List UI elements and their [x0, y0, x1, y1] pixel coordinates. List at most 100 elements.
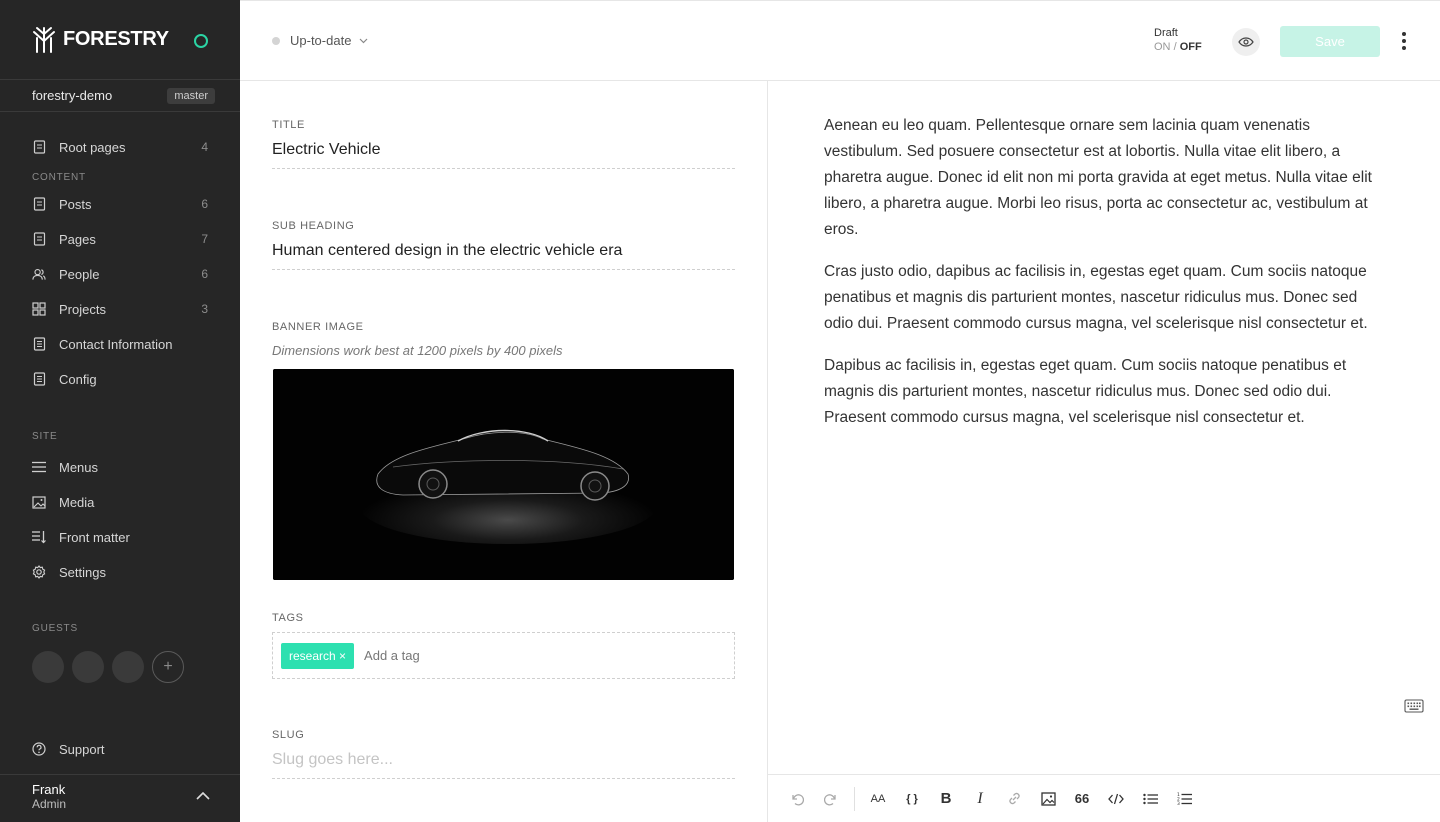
content-editor[interactable]: Aenean eu leo quam. Pellentesque ornare … — [768, 81, 1440, 774]
draft-separator: / — [1173, 41, 1177, 53]
status-dot-icon — [272, 36, 280, 45]
subheading-field[interactable]: Human centered design in the electric ve… — [272, 242, 735, 270]
guest-avatar[interactable] — [112, 651, 144, 683]
sidebar-item-contact-information[interactable]: Contact Information — [32, 334, 208, 354]
chevron-down-icon — [359, 38, 368, 43]
tag-input[interactable]: Add a tag — [364, 648, 420, 663]
keyboard-icon[interactable] — [1404, 699, 1424, 713]
code-button[interactable] — [1099, 782, 1133, 816]
editor-paragraph[interactable]: Dapibus ac facilisis in, egestas eget qu… — [824, 353, 1384, 431]
tags-label: TAGS — [272, 612, 304, 624]
site-switcher[interactable]: forestry-demo master — [0, 80, 240, 112]
guest-avatar[interactable] — [72, 651, 104, 683]
support-label: Support — [59, 741, 105, 757]
help-icon — [32, 742, 46, 756]
image-icon — [32, 495, 46, 509]
undo-icon — [792, 793, 804, 805]
file-icon — [32, 372, 46, 386]
site-name: forestry-demo — [32, 88, 113, 103]
more-options-icon[interactable] — [1400, 32, 1408, 50]
support-link[interactable]: Support — [32, 739, 208, 759]
eye-icon — [1238, 37, 1254, 47]
sidebar-item-label: Root pages — [59, 139, 126, 155]
sidebar-item-pages[interactable]: Pages 7 — [32, 229, 208, 249]
sidebar-item-projects[interactable]: Projects 3 — [32, 299, 208, 319]
sidebar-item-menus[interactable]: Menus — [32, 457, 208, 477]
item-count: 7 — [201, 232, 208, 246]
text-size-button[interactable]: AA — [861, 782, 895, 816]
bullet-list-button[interactable] — [1133, 782, 1167, 816]
sidebar-item-config[interactable]: Config — [32, 369, 208, 389]
sidebar-item-label: Contact Information — [59, 336, 173, 352]
section-label-site: SITE — [32, 431, 58, 442]
document-icon — [32, 197, 46, 211]
numbered-list-icon: 123 — [1177, 792, 1192, 806]
image-icon — [1040, 791, 1056, 806]
banner-image-label: BANNER IMAGE — [272, 321, 364, 333]
guest-avatar[interactable] — [32, 651, 64, 683]
item-count: 4 — [201, 140, 208, 154]
sidebar-item-label: Pages — [59, 231, 96, 247]
front-matter-code-button[interactable]: { } — [895, 782, 929, 816]
banner-image-hint: Dimensions work best at 1200 pixels by 4… — [272, 343, 563, 358]
preview-button[interactable] — [1232, 28, 1260, 56]
tag-label: research — [289, 648, 336, 663]
sync-status-label: Up-to-date — [290, 33, 352, 48]
user-role: Admin — [32, 797, 67, 811]
item-count: 3 — [201, 302, 208, 316]
tag-chip[interactable]: research × — [281, 642, 355, 669]
blockquote-button[interactable]: 66 — [1065, 782, 1099, 816]
front-matter-icon — [32, 530, 46, 544]
draft-off: OFF — [1179, 41, 1202, 53]
redo-button[interactable] — [814, 782, 848, 816]
user-menu[interactable]: Frank Admin — [0, 774, 240, 822]
item-count: 6 — [201, 197, 208, 211]
document-icon — [32, 140, 46, 154]
add-guest-button[interactable]: + — [152, 651, 184, 683]
sidebar-item-label: Menus — [59, 459, 99, 475]
tags-field[interactable]: research × Add a tag — [272, 632, 735, 679]
sidebar-item-label: Posts — [59, 196, 92, 212]
numbered-list-button[interactable]: 123 — [1167, 782, 1201, 816]
editor-paragraph[interactable]: Cras justo odio, dapibus ac facilisis in… — [824, 259, 1384, 337]
slug-label: SLUG — [272, 729, 305, 741]
document-icon — [32, 232, 46, 246]
tag-remove-icon[interactable]: × — [339, 649, 346, 663]
sidebar-item-label: Media — [59, 494, 95, 510]
bullet-list-icon — [1142, 793, 1158, 804]
brand-name: FORESTRY — [63, 28, 169, 50]
sidebar: FORESTRY forestry-demo master Root pages… — [0, 0, 240, 822]
sidebar-item-root-pages[interactable]: Root pages 4 — [32, 137, 208, 157]
slug-field[interactable]: Slug goes here... — [272, 751, 735, 779]
code-icon — [1108, 793, 1124, 804]
undo-button[interactable] — [780, 782, 814, 816]
banner-image[interactable] — [273, 369, 734, 580]
sidebar-item-front-matter[interactable]: Front matter — [32, 527, 208, 547]
subheading-label: SUB HEADING — [272, 220, 355, 232]
sidebar-item-posts[interactable]: Posts 6 — [32, 194, 208, 214]
bold-button[interactable]: B — [929, 782, 963, 816]
sync-status-dropdown[interactable]: Up-to-date — [272, 33, 368, 48]
quote-icon: 66 — [1074, 791, 1090, 806]
draft-toggle[interactable]: Draft ON / OFF — [1154, 26, 1202, 54]
title-field[interactable]: Electric Vehicle — [272, 141, 735, 169]
sidebar-item-people[interactable]: People 6 — [32, 264, 208, 284]
save-button[interactable]: Save — [1280, 26, 1380, 57]
menu-icon — [32, 460, 46, 474]
italic-button[interactable]: I — [963, 782, 997, 816]
svg-text:3: 3 — [1177, 801, 1180, 806]
connection-status-icon — [194, 34, 208, 48]
section-label-content: CONTENT — [32, 172, 86, 183]
insert-image-button[interactable] — [1031, 782, 1065, 816]
item-count: 6 — [201, 267, 208, 281]
link-button[interactable] — [997, 782, 1031, 816]
toolbar-divider — [854, 786, 855, 811]
sidebar-item-media[interactable]: Media — [32, 492, 208, 512]
sidebar-item-settings[interactable]: Settings — [32, 562, 208, 582]
editor-paragraph[interactable]: Aenean eu leo quam. Pellentesque ornare … — [824, 113, 1384, 243]
editor-topbar: Up-to-date Draft ON / OFF Save — [240, 0, 1440, 81]
braces-icon: { } — [906, 792, 918, 805]
front-matter-form: TITLE Electric Vehicle SUB HEADING Human… — [240, 81, 768, 822]
draft-label: Draft — [1154, 27, 1178, 39]
forestry-logo-icon — [33, 26, 55, 53]
